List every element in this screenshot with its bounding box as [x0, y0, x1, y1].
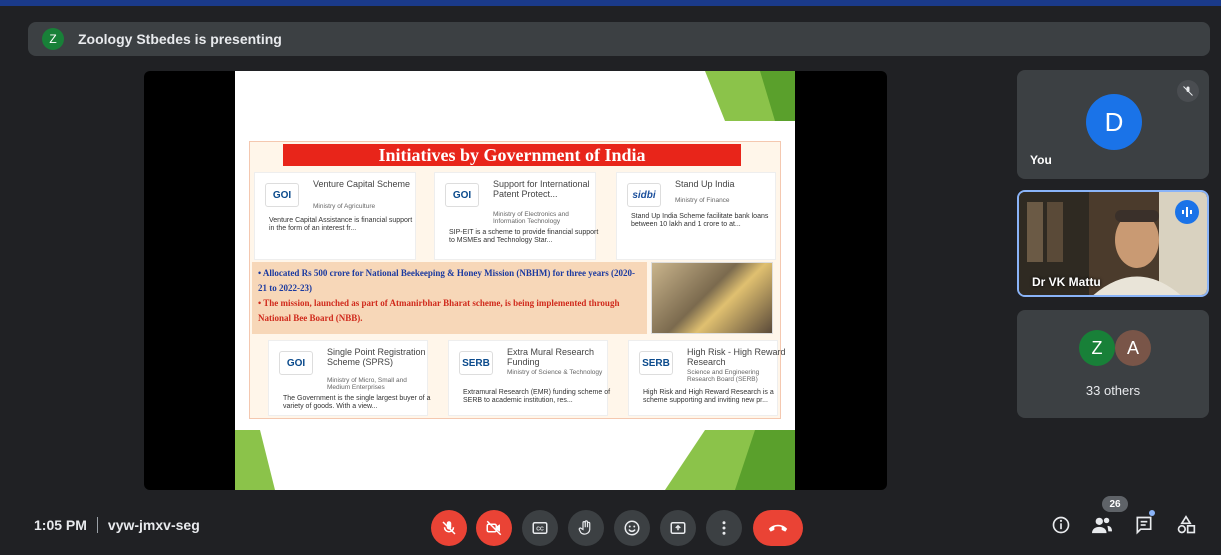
- card-title: Venture Capital Scheme: [313, 179, 411, 189]
- card-title: Extra Mural Research Funding: [507, 347, 595, 367]
- present-screen-button[interactable]: [660, 510, 696, 546]
- avatar: D: [1086, 94, 1142, 150]
- scheme-card-venture-capital: GOI Venture Capital Scheme Ministry of A…: [254, 172, 416, 260]
- mic-toggle-button[interactable]: [431, 510, 467, 546]
- participant-tile-others[interactable]: Z A 33 others: [1017, 310, 1209, 418]
- mic-off-icon: [442, 521, 456, 535]
- people-button[interactable]: [1089, 512, 1115, 538]
- people-count-badge: 26: [1102, 496, 1128, 512]
- card-desc: Stand Up India Scheme facilitate bank lo…: [631, 213, 769, 228]
- participant-name: Dr VK Mattu: [1032, 275, 1101, 289]
- svg-text:CC: CC: [536, 526, 544, 532]
- bullet-nbhm-text: Allocated Rs 500 crore for National Beek…: [258, 268, 636, 293]
- card-ministry: Ministry of Micro, Small and Medium Ente…: [327, 377, 407, 391]
- emoji-icon: [624, 520, 640, 536]
- card-title: Single Point Registration Scheme (SPRS): [327, 347, 426, 367]
- raise-hand-button[interactable]: [568, 510, 604, 546]
- hand-icon: [578, 520, 591, 535]
- presenting-banner: Z Zoology Stbedes is presenting: [28, 22, 1210, 56]
- beekeeping-photo: [651, 262, 773, 334]
- speaking-indicator-icon: [1175, 200, 1199, 224]
- window-top-border: [0, 0, 1221, 6]
- more-vert-icon: [722, 521, 726, 535]
- present-icon: [670, 522, 686, 534]
- presenting-label: Zoology Stbedes is presenting: [78, 31, 282, 47]
- activities-icon: [1177, 515, 1196, 534]
- participant-name: You: [1030, 153, 1052, 167]
- slide-content-box: Initiatives by Government of India GOI V…: [249, 141, 786, 419]
- slide-decoration-bottom: [235, 430, 795, 490]
- divider: [96, 517, 98, 533]
- slide: Initiatives by Government of India GOI V…: [235, 71, 795, 490]
- meeting-info: 1:05 PM vyw-jmxv-seg: [34, 517, 200, 533]
- camera-off-icon: [486, 520, 502, 536]
- hang-up-icon: [768, 524, 788, 532]
- bullet-atmanirbhar: • The mission, launched as part of Atman…: [258, 298, 620, 323]
- others-count-label: 33 others: [1085, 383, 1141, 398]
- captions-button[interactable]: CC: [522, 510, 558, 546]
- scheme-card-sprs: GOI Single Point Registration Scheme (SP…: [268, 340, 430, 416]
- avatar: Z: [1079, 330, 1115, 366]
- scheme-card-patent: GOI Support for International Patent Pro…: [434, 172, 599, 260]
- chat-button[interactable]: [1131, 512, 1157, 538]
- bullet-atmanirbhar-text: The mission, launched as part of Atmanir…: [258, 298, 620, 323]
- card-ministry: Science and Engineering Research Board (…: [687, 369, 760, 383]
- scheme-card-emr: SERB Extra Mural Research Funding Minist…: [448, 340, 610, 416]
- avatar: A: [1115, 330, 1151, 366]
- people-icon: [1092, 517, 1112, 534]
- meeting-code: vyw-jmxv-seg: [107, 517, 200, 533]
- scheme-card-standup-india: sidbi Stand Up India Ministry of Finance…: [616, 172, 776, 260]
- mic-off-icon: [1177, 80, 1199, 102]
- activities-button[interactable]: [1173, 512, 1199, 538]
- card-desc: Extramural Research (EMR) funding scheme…: [463, 389, 611, 404]
- slide-title: Initiatives by Government of India: [283, 144, 741, 166]
- card-desc: The Government is the single largest buy…: [283, 395, 431, 410]
- meeting-details-button[interactable]: [1048, 512, 1074, 538]
- camera-toggle-button[interactable]: [476, 510, 512, 546]
- presentation-stage[interactable]: Initiatives by Government of India GOI V…: [144, 71, 887, 490]
- bottom-toolbar: 1:05 PM vyw-jmxv-seg CC: [0, 504, 1221, 548]
- participant-tile-you[interactable]: D You: [1017, 70, 1209, 179]
- card-desc: Venture Capital Assistance is financial …: [269, 217, 413, 232]
- card-desc: SIP-EIT is a scheme to provide financial…: [449, 229, 599, 244]
- card-ministry: Ministry of Agriculture: [313, 203, 376, 210]
- card-title: High Risk - High Reward Research: [687, 347, 786, 367]
- card-ministry: Ministry of Finance: [675, 197, 730, 204]
- leave-call-button[interactable]: [753, 510, 803, 546]
- sidbi-logo-icon: sidbi: [627, 183, 661, 207]
- card-desc: High Risk and High Reward Research is a …: [643, 389, 774, 404]
- captions-icon: CC: [532, 522, 548, 534]
- chat-notification-dot: [1149, 510, 1155, 516]
- scheme-card-high-risk: SERB High Risk - High Reward Research Sc…: [628, 340, 786, 416]
- serb-logo-icon: SERB: [639, 351, 673, 375]
- card-title: Support for International Patent Protect…: [493, 179, 590, 199]
- mission-text-block: • Allocated Rs 500 crore for National Be…: [252, 262, 647, 334]
- emblem-icon: GOI: [445, 183, 479, 207]
- info-icon: [1052, 516, 1070, 534]
- more-options-button[interactable]: [706, 510, 742, 546]
- reactions-button[interactable]: [614, 510, 650, 546]
- clock: 1:05 PM: [34, 517, 87, 533]
- emblem-icon: GOI: [265, 183, 299, 207]
- bullet-nbhm: • Allocated Rs 500 crore for National Be…: [258, 268, 636, 293]
- card-ministry: Ministry of Electronics and Information …: [493, 211, 569, 225]
- chat-icon: [1136, 516, 1152, 535]
- participant-tile-speaker[interactable]: Dr VK Mattu: [1017, 190, 1209, 297]
- card-ministry: Ministry of Science & Technology: [507, 369, 603, 376]
- card-title: Stand Up India: [675, 179, 735, 189]
- emblem-icon: GOI: [279, 351, 313, 375]
- presenter-avatar: Z: [42, 28, 64, 50]
- slide-decoration-top: [705, 71, 795, 121]
- serb-logo-icon: SERB: [459, 351, 493, 375]
